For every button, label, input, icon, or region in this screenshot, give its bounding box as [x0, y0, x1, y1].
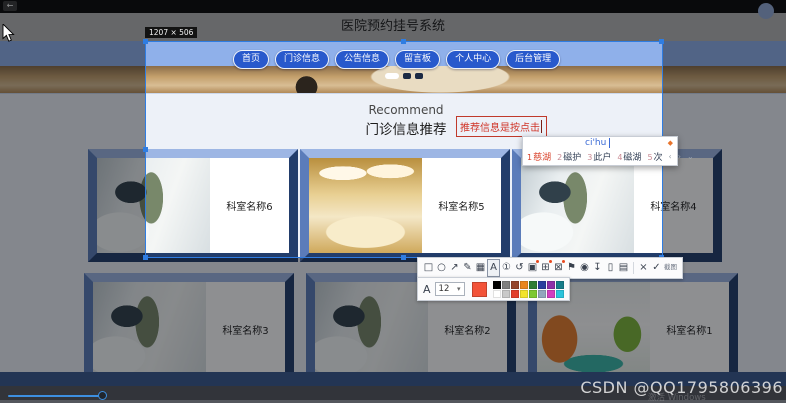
ime-caret: [609, 138, 610, 148]
ocr-icon[interactable]: ▣: [526, 259, 539, 277]
ime-next-page-icon[interactable]: ›: [678, 152, 681, 161]
copy-icon[interactable]: ▤: [617, 259, 630, 277]
font-icon: A: [423, 283, 431, 296]
selection-handle[interactable]: [659, 39, 664, 44]
ime-candidate[interactable]: 5次: [647, 150, 662, 163]
dim-overlay-left: [0, 41, 145, 258]
arrow-tool-icon[interactable]: ↗: [448, 259, 461, 277]
ime-composition: ci'hu: [585, 138, 606, 148]
send-to-phone-icon[interactable]: ▯: [604, 259, 617, 277]
chevron-down-icon: ▾: [457, 285, 461, 293]
text-caret: [541, 120, 542, 133]
color-swatch[interactable]: [511, 281, 519, 289]
rect-tool-icon[interactable]: □: [422, 259, 435, 277]
color-swatch[interactable]: [556, 290, 564, 298]
color-swatch[interactable]: [493, 281, 501, 289]
video-progress-bar[interactable]: [8, 395, 100, 397]
color-swatch[interactable]: [520, 281, 528, 289]
ime-candidate[interactable]: 1慈湖: [527, 150, 551, 163]
pen-tool-icon[interactable]: ✎: [461, 259, 474, 277]
annotation-textbox[interactable]: 推荐信息是按点击: [456, 116, 547, 137]
undo-icon[interactable]: ↺: [513, 259, 526, 277]
selection-handle[interactable]: [401, 39, 406, 44]
color-swatch[interactable]: [511, 290, 519, 298]
color-palette: [493, 281, 564, 298]
ime-candidate[interactable]: 2磁护: [557, 150, 581, 163]
selection-handle[interactable]: [143, 39, 148, 44]
selection-handle[interactable]: [143, 147, 148, 152]
ime-popup: ci'hu ◆ 1慈湖 2磁护 3此户 4磁湖 5次 ‹ › ⌄: [522, 136, 678, 166]
selection-handle[interactable]: [401, 255, 406, 260]
translate-icon[interactable]: ⊞: [539, 259, 552, 277]
close-icon[interactable]: ×: [637, 259, 650, 277]
ime-candidate[interactable]: 3此户: [587, 150, 611, 163]
color-swatch[interactable]: [502, 281, 510, 289]
ime-prev-page-icon[interactable]: ‹: [669, 152, 672, 161]
save-icon[interactable]: ↧: [591, 259, 604, 277]
color-swatch[interactable]: [547, 281, 555, 289]
text-tool-options: A 12 ▾: [417, 277, 570, 301]
ime-candidate[interactable]: 4磁湖: [617, 150, 641, 163]
text-tool-icon[interactable]: A: [487, 259, 500, 277]
snip-toolbar: □ ○ ↗ ✎ ▦ A ① ↺ ▣ ⊞ ⊠ ⚑ ◉ ↧ ▯ ▤ × ✓ 截图: [417, 257, 683, 279]
color-swatch[interactable]: [538, 281, 546, 289]
selection-handle[interactable]: [143, 255, 148, 260]
toolbar-logo: 截图: [663, 264, 678, 271]
number-tool-icon[interactable]: ①: [500, 259, 513, 277]
ime-candidate-list: 1慈湖 2磁护 3此户 4磁湖 5次 ‹ › ⌄: [523, 150, 677, 165]
color-swatch[interactable]: [538, 290, 546, 298]
video-progress-knob[interactable]: [98, 391, 107, 400]
ime-more-icon[interactable]: ⌄: [687, 152, 694, 161]
pin-icon[interactable]: ⚑: [565, 259, 578, 277]
color-swatch[interactable]: [547, 290, 555, 298]
color-swatch[interactable]: [502, 290, 510, 298]
annotation-text: 推荐信息是按点击: [460, 119, 540, 134]
font-size-select[interactable]: 12 ▾: [435, 282, 465, 296]
mosaic-tool-icon[interactable]: ▦: [474, 259, 487, 277]
color-swatch[interactable]: [529, 290, 537, 298]
dim-overlay-right: [663, 41, 786, 258]
color-swatch[interactable]: [556, 281, 564, 289]
selected-color-swatch[interactable]: [472, 282, 487, 297]
color-swatch[interactable]: [493, 290, 501, 298]
ime-tool-icon[interactable]: ◆: [668, 139, 673, 147]
color-swatch[interactable]: [520, 290, 528, 298]
confirm-icon[interactable]: ✓: [650, 259, 663, 277]
color-swatch[interactable]: [529, 281, 537, 289]
extract-text-icon[interactable]: ⊠: [552, 259, 565, 277]
toolbar-divider: [633, 262, 634, 274]
dim-overlay-top: [0, 0, 786, 41]
record-icon[interactable]: ◉: [578, 259, 591, 277]
mouse-cursor: [2, 24, 15, 46]
activate-windows-watermark: 激活 Windows: [648, 391, 706, 403]
ellipse-tool-icon[interactable]: ○: [435, 259, 448, 277]
selection-size-badge: 1207 × 506: [145, 27, 197, 38]
